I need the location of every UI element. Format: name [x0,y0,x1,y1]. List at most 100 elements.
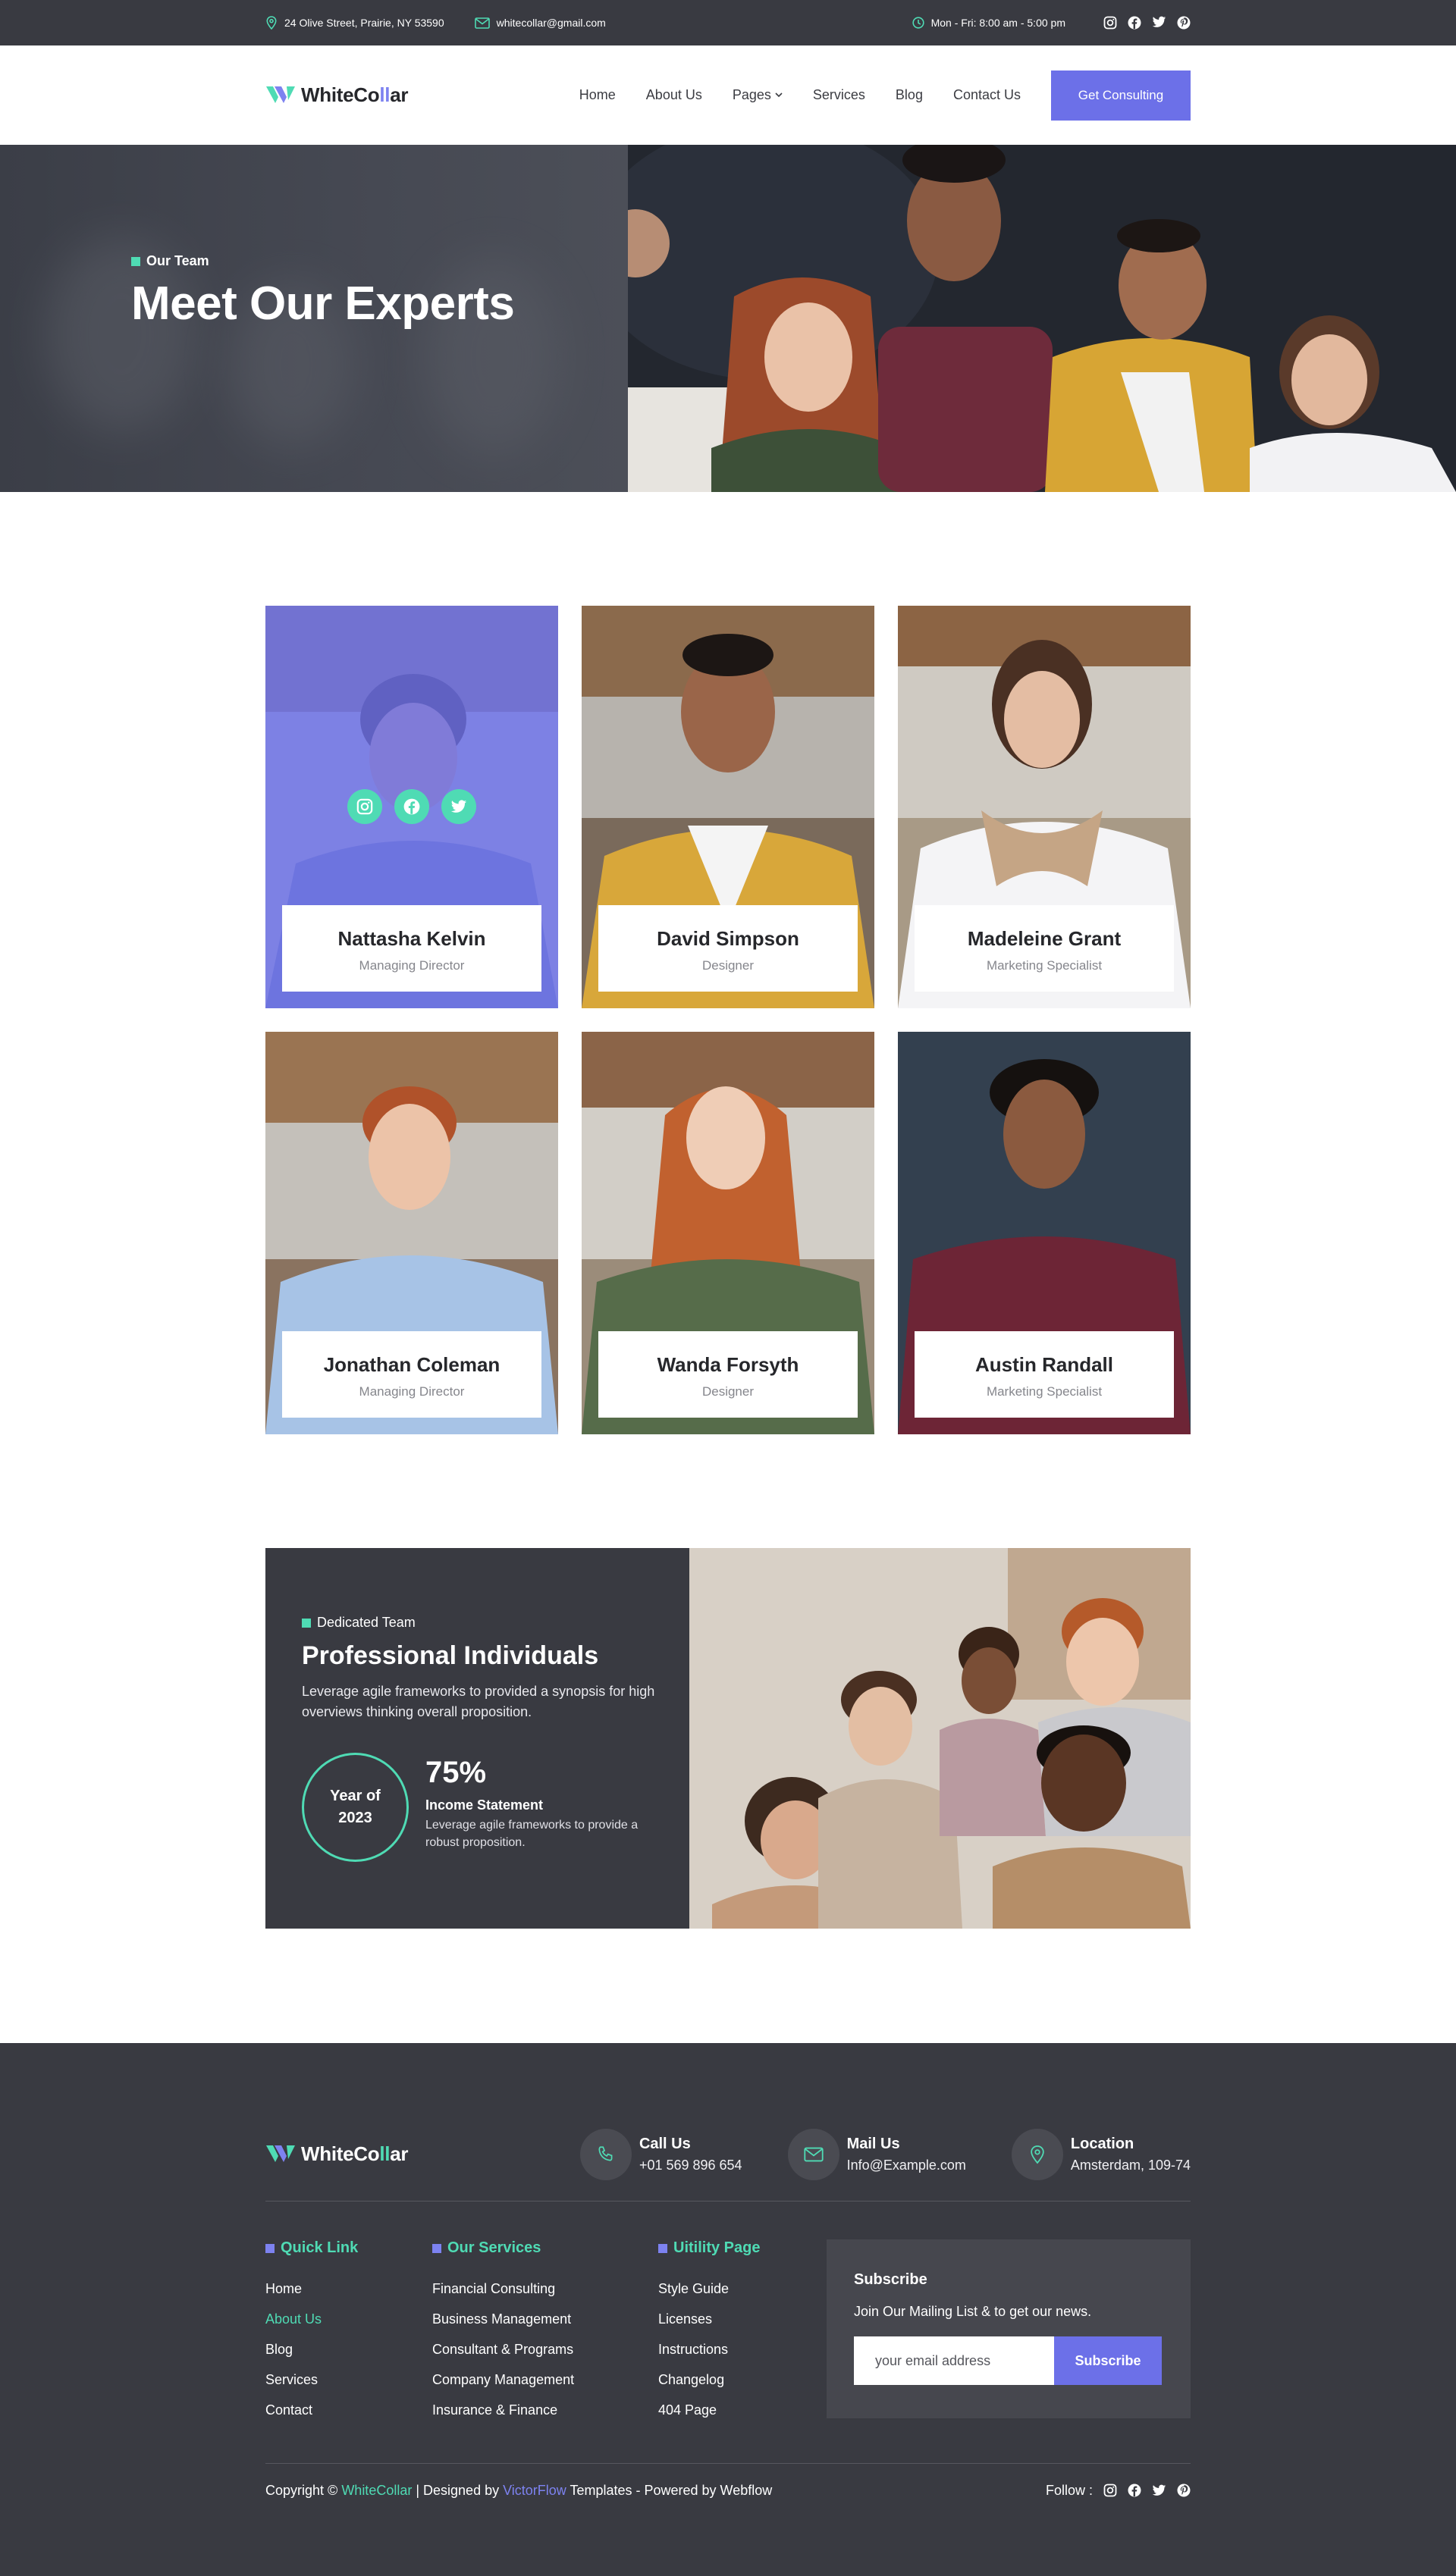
member-name[interactable]: Nattasha Kelvin [282,927,541,951]
ring-line1: Year of [330,1788,381,1804]
subscribe-box: Subscribe Join Our Mailing List & to get… [827,2239,1191,2418]
footer-utility-link[interactable]: Instructions [658,2334,810,2364]
contact-call[interactable]: Call Us +01 569 896 654 [579,2128,742,2180]
team-card[interactable]: Jonathan Coleman Managing Director [265,1032,558,1434]
member-facebook-button[interactable] [394,789,429,824]
pro-eyebrow-text: Dedicated Team [317,1615,416,1630]
email-text[interactable]: whitecollar@gmail.com [497,17,606,29]
contact-call-value[interactable]: +01 569 896 654 [639,2158,742,2173]
member-social-links [265,789,558,824]
member-role: Marketing Specialist [986,958,1103,973]
team-collaboration-photo [689,1548,1191,1929]
footer-brand-name: WhiteCollar [301,2142,408,2166]
member-name[interactable]: Austin Randall [915,1353,1174,1377]
team-card[interactable]: Wanda Forsyth Designer [582,1032,874,1434]
hero-left-panel: Our Team Meet Our Experts [0,145,628,492]
quick-link-heading: Quick Link [265,2239,432,2257]
green-square-marker [302,1618,311,1628]
member-label: Wanda Forsyth Designer [598,1331,858,1418]
brand-name-part1: WhiteCo [301,2142,380,2165]
designer-link[interactable]: VictorFlow [503,2483,566,2498]
nav-pages[interactable]: Pages [733,87,783,103]
twitter-icon[interactable] [1152,16,1166,29]
member-role: Designer [701,958,755,973]
team-card[interactable]: Nattasha Kelvin Managing Director [265,606,558,1008]
footer-services: Our Services Financial Consulting Busine… [432,2239,658,2463]
footer-link-home[interactable]: Home [265,2274,432,2304]
member-role: Marketing Specialist [986,1384,1103,1399]
footer-utility-link[interactable]: Style Guide [658,2274,810,2304]
facebook-icon[interactable] [1128,16,1141,30]
footer-service-link[interactable]: Consultant & Programs [432,2334,658,2364]
team-card[interactable]: Austin Randall Marketing Specialist [898,1032,1191,1434]
footer-link-blog[interactable]: Blog [265,2334,432,2364]
footer-link-about-us[interactable]: About Us [265,2304,432,2334]
email-info[interactable]: whitecollar@gmail.com [474,17,606,29]
instagram-icon [356,798,373,815]
nav-services[interactable]: Services [813,87,865,103]
subscribe-button[interactable]: Subscribe [1054,2336,1162,2385]
brand-logo[interactable]: WhiteCollar [265,83,408,107]
contact-location[interactable]: Location Amsterdam, 109-74 [1011,2128,1191,2180]
contact-mail[interactable]: Mail Us Info@Example.com [787,2128,966,2180]
footer-service-link[interactable]: Company Management [432,2364,658,2395]
team-group-photo [628,145,1456,492]
pinterest-icon[interactable] [1177,16,1191,30]
member-twitter-button[interactable] [441,789,476,824]
follow-label: Follow : [1045,2482,1093,2498]
contact-location-value: Amsterdam, 109-74 [1070,2157,1191,2173]
member-role: Managing Director [359,958,465,973]
hero-eyebrow: Our Team [131,253,514,269]
pro-title: Professional Individuals [302,1641,599,1670]
pinterest-icon[interactable] [1177,2484,1191,2497]
member-name[interactable]: David Simpson [598,927,858,951]
member-name[interactable]: Wanda Forsyth [598,1353,858,1377]
whitecollar-logo-icon [266,2145,295,2162]
footer-service-link[interactable]: Business Management [432,2304,658,2334]
footer-link-services[interactable]: Services [265,2364,432,2395]
footer-brand-logo[interactable]: WhiteCollar [265,2142,408,2166]
nav-blog[interactable]: Blog [896,87,923,103]
member-label: Madeleine Grant Marketing Specialist [915,905,1174,992]
copyright-brand-link[interactable]: WhiteCollar [341,2483,412,2498]
nav-home[interactable]: Home [579,87,616,103]
mail-icon [803,2147,824,2161]
instagram-icon[interactable] [1103,2484,1117,2497]
facebook-icon[interactable] [1128,2484,1141,2497]
location-pin-icon [1031,2145,1044,2164]
footer-link-contact[interactable]: Contact [265,2395,432,2425]
footer-utility-link[interactable]: Licenses [658,2304,810,2334]
member-instagram-button[interactable] [347,789,382,824]
hero-eyebrow-text: Our Team [146,253,209,268]
nav-contact-us[interactable]: Contact Us [953,87,1021,103]
member-role: Managing Director [359,1384,465,1399]
nav-about-us[interactable]: About Us [646,87,702,103]
team-card[interactable]: Madeleine Grant Marketing Specialist [898,606,1191,1008]
whitecollar-logo-icon [266,86,295,103]
member-label: Nattasha Kelvin Managing Director [282,905,541,992]
address-info: 24 Olive Street, Prairie, NY 53590 [265,16,444,30]
utility-heading: Uitility Page [658,2239,810,2257]
copyright-mid: | Designed by [412,2482,504,2498]
professional-info-panel: Dedicated Team Professional Individuals … [265,1548,689,1929]
services-title: Our Services [447,2239,541,2256]
year-ring-badge: Year of 2023 [302,1753,409,1862]
member-name[interactable]: Madeleine Grant [915,927,1174,951]
contact-mail-value[interactable]: Info@Example.com [847,2158,966,2173]
facebook-icon [403,798,420,815]
footer-service-link[interactable]: Financial Consulting [432,2274,658,2304]
subscribe-email-input[interactable]: your email address [854,2336,1054,2385]
main-menu: Home About Us Pages Services Blog Contac… [564,87,1036,103]
footer-service-link[interactable]: Insurance & Finance [432,2395,658,2425]
instagram-icon[interactable] [1103,16,1117,30]
hero-banner: Our Team Meet Our Experts [0,145,1456,492]
member-name[interactable]: Jonathan Coleman [282,1353,541,1377]
get-consulting-button[interactable]: Get Consulting [1051,70,1191,121]
team-card[interactable]: David Simpson Designer [582,606,874,1008]
twitter-icon[interactable] [1152,2484,1166,2497]
brand-name-highlight: ll [379,2142,391,2165]
stat-description: Leverage agile frameworks to provide a r… [425,1819,639,1849]
footer-utility-link[interactable]: 404 Page [658,2395,810,2425]
footer-utility-link[interactable]: Changelog [658,2364,810,2395]
chevron-down-icon [775,92,783,98]
